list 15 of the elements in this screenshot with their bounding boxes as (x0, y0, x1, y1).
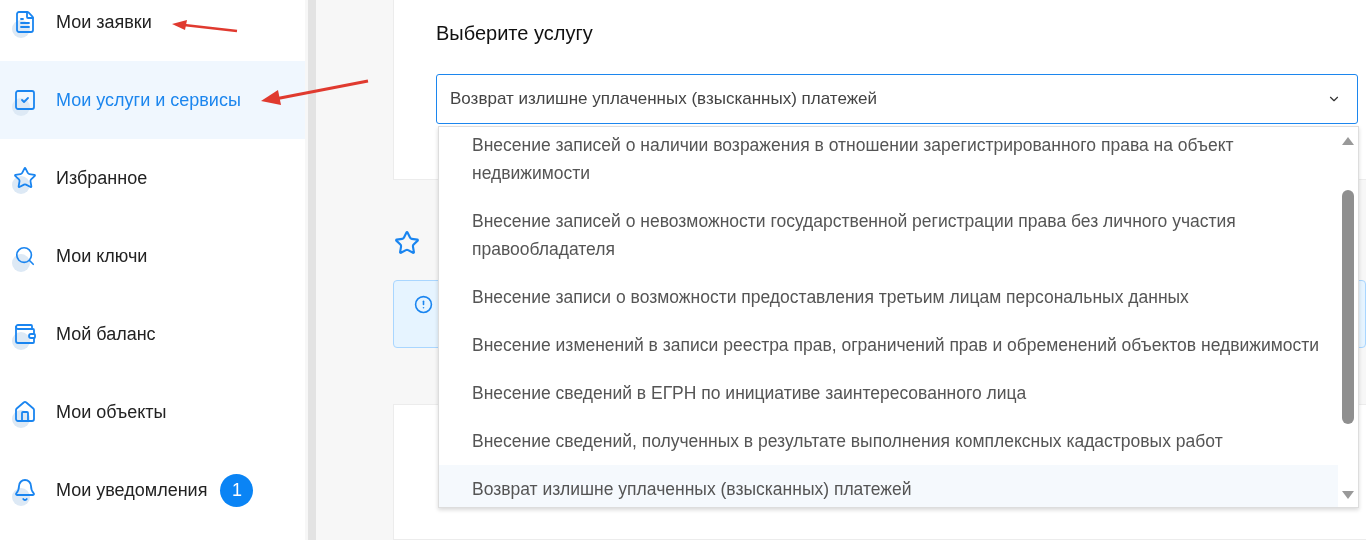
notification-count: 1 (220, 473, 254, 507)
scrollbar-thumb[interactable] (1342, 190, 1354, 424)
alert-icon (414, 295, 433, 314)
card-title: Выберите услугу (436, 22, 594, 45)
dropdown-option[interactable]: Внесение записей о наличии возражения в отношении зарегистрированного права на объект недвижимости (439, 127, 1338, 197)
dropdown-option[interactable]: Возврат излишне уплаченных (взысканных) платежей (439, 465, 1338, 507)
service-select[interactable]: Возврат излишне уплаченных (взысканных) платежей (436, 74, 1358, 124)
menu-icon (12, 164, 38, 192)
scrollbar[interactable] (308, 0, 316, 540)
annotation-arrow (172, 20, 238, 32)
scroll-down-icon (1342, 491, 1354, 499)
star-icon (394, 230, 420, 256)
scroll-up-icon (1342, 137, 1354, 145)
menu-icon (12, 476, 38, 504)
menu-icon (12, 398, 38, 426)
